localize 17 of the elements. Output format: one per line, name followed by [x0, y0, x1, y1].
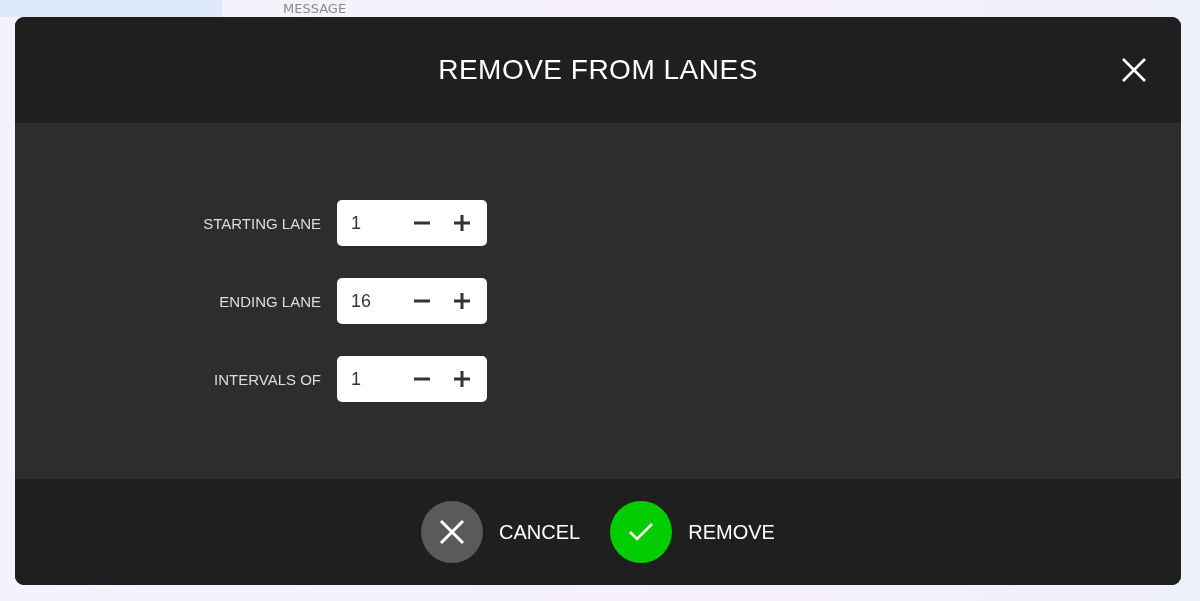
- plus-icon[interactable]: [453, 214, 471, 232]
- background-heading: MESSAGE: [283, 0, 347, 17]
- field-label: ENDING LANE: [218, 292, 321, 310]
- number-stepper[interactable]: 1: [337, 356, 487, 402]
- plus-icon[interactable]: [453, 370, 471, 388]
- number-stepper[interactable]: 1: [337, 200, 487, 246]
- checkmark-icon: [628, 522, 655, 542]
- field-label: INTERVALS OF: [213, 370, 321, 388]
- button-label[interactable]: REMOVE: [688, 520, 775, 544]
- field-label: STARTING LANE: [202, 214, 321, 232]
- close-icon: [439, 519, 466, 545]
- plus-icon[interactable]: [453, 292, 471, 310]
- close-button[interactable]: [1121, 57, 1147, 83]
- number-stepper[interactable]: 16: [337, 278, 487, 324]
- button-label[interactable]: CANCEL: [499, 520, 581, 544]
- dialog-title: REMOVE FROM LANES: [438, 54, 758, 86]
- close-icon: [1121, 57, 1147, 83]
